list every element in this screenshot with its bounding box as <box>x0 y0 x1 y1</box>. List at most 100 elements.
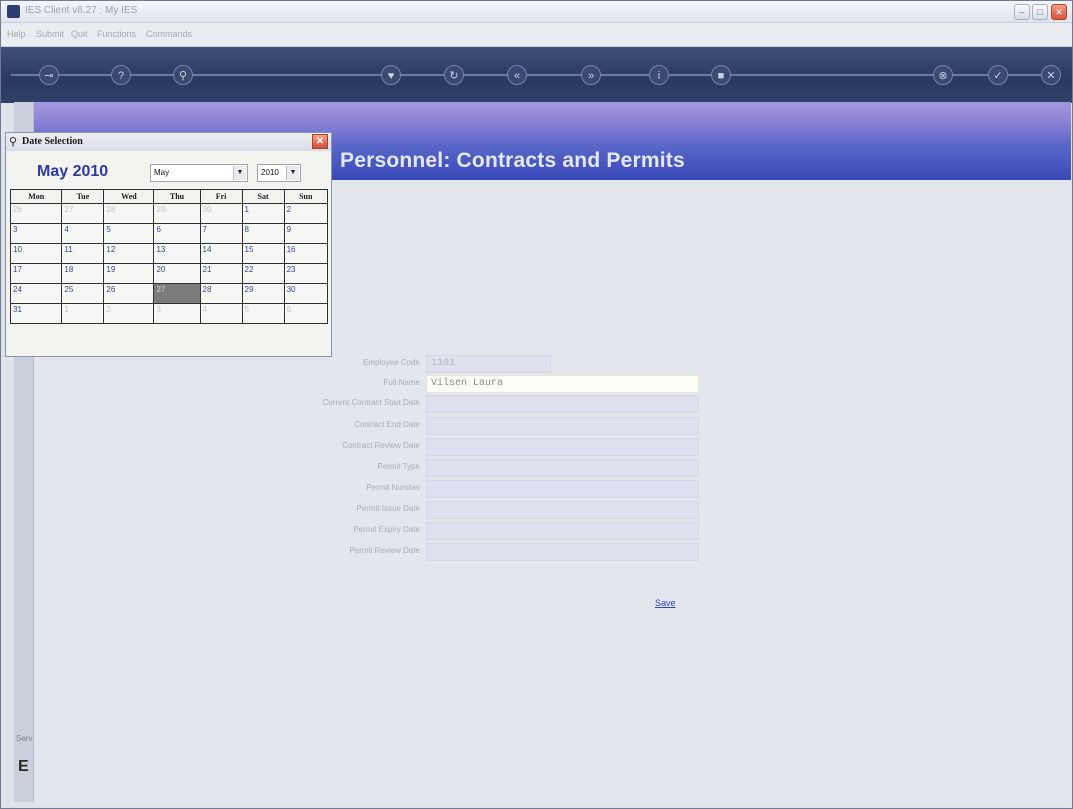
calendar-day[interactable]: 7 <box>199 223 243 244</box>
calendar-day[interactable]: 26 <box>103 283 155 304</box>
key-icon[interactable]: ⊸ <box>39 65 59 85</box>
calendar-day[interactable]: 18 <box>61 263 105 284</box>
contract-start-date-field[interactable] <box>426 395 699 413</box>
calendar-day[interactable]: 23 <box>283 263 329 284</box>
refresh-icon[interactable]: ↻ <box>444 65 464 85</box>
popup-header[interactable]: ⚲ Date Selection ✕ <box>6 133 331 151</box>
maximize-button[interactable]: □ <box>1032 4 1048 20</box>
minimize-button[interactable]: – <box>1014 4 1030 20</box>
weekday-header: Thu <box>153 189 201 204</box>
permit-number-field[interactable] <box>426 480 699 498</box>
calendar-day[interactable]: 21 <box>199 263 243 284</box>
calendar-day[interactable]: 17 <box>9 263 63 284</box>
calendar-day[interactable]: 1 <box>241 203 285 224</box>
weekday-header: Sat <box>241 189 285 204</box>
calendar-day[interactable]: 30 <box>283 283 329 304</box>
calendar-day[interactable]: 25 <box>61 283 105 304</box>
calendar-day[interactable]: 31 <box>9 303 63 324</box>
calendar-day[interactable]: 3 <box>9 223 63 244</box>
calendar-day[interactable]: 14 <box>199 243 243 264</box>
year-select-value: 2010 <box>261 168 279 177</box>
calendar-day[interactable]: 4 <box>199 303 243 324</box>
form-row-employee-code: Employee Code 1101 <box>230 355 710 373</box>
month-select-value: May <box>154 168 170 177</box>
calendar-day[interactable]: 30 <box>199 203 243 224</box>
calendar-day[interactable]: 8 <box>241 223 285 244</box>
permit-review-date-field[interactable] <box>426 543 699 561</box>
calendar-day[interactable]: 2 <box>103 303 155 324</box>
sidebar-glyph[interactable]: E <box>18 758 29 776</box>
calendar-day[interactable]: 2 <box>283 203 329 224</box>
calendar-day[interactable]: 20 <box>153 263 201 284</box>
popup-close-button[interactable]: ✕ <box>312 134 328 149</box>
chevron-down-icon[interactable]: ▼ <box>233 166 246 180</box>
year-select[interactable]: 2010 ▼ <box>257 164 301 182</box>
calendar-day[interactable]: 27 <box>61 203 105 224</box>
contract-start-label: Current Contract Start Date <box>322 398 420 407</box>
permit-type-field[interactable] <box>426 459 699 477</box>
permit-issue-date-field[interactable] <box>426 501 699 519</box>
calendar-day[interactable]: 10 <box>9 243 63 264</box>
contract-review-date-field[interactable] <box>426 438 699 456</box>
first-icon[interactable]: « <box>507 65 527 85</box>
calendar-week-row: 24 25 26 27 28 29 30 <box>9 283 329 304</box>
info-icon[interactable]: i <box>649 65 669 85</box>
sidebar-label: Serv <box>16 734 33 743</box>
calendar-week-row: 10 11 12 13 14 15 16 <box>9 243 329 264</box>
bookmark-icon[interactable]: ■ <box>711 65 731 85</box>
weekday-header: Fri <box>199 189 243 204</box>
last-icon[interactable]: » <box>581 65 601 85</box>
popup-title: Date Selection <box>22 136 83 147</box>
calendar-day[interactable]: 5 <box>103 223 155 244</box>
calendar-day[interactable]: 3 <box>153 303 201 324</box>
calendar-day-selected[interactable]: 27 <box>153 283 201 304</box>
permit-expiry-date-field[interactable] <box>426 522 699 540</box>
check-icon[interactable]: ✓ <box>988 65 1008 85</box>
weekday-header: Wed <box>103 189 155 204</box>
form-row-permit-type: Permit Type <box>230 459 710 477</box>
calendar-day[interactable]: 12 <box>103 243 155 264</box>
window-close-button[interactable]: ✕ <box>1051 4 1067 20</box>
employee-code-field[interactable]: 1101 <box>426 355 551 373</box>
title-bar: IES Client v8.27 : My IES – □ ✕ <box>1 1 1072 23</box>
calendar-day[interactable]: 22 <box>241 263 285 284</box>
calendar-day[interactable]: 29 <box>153 203 201 224</box>
help-icon[interactable]: ? <box>111 65 131 85</box>
close-icon[interactable]: ✕ <box>1041 65 1061 85</box>
calendar-day[interactable]: 5 <box>241 303 285 324</box>
calendar-day[interactable]: 6 <box>153 223 201 244</box>
heart-icon[interactable]: ♥ <box>381 65 401 85</box>
menu-help[interactable]: Help <box>7 29 26 39</box>
calendar-day[interactable]: 19 <box>103 263 155 284</box>
calendar-day[interactable]: 11 <box>61 243 105 264</box>
calendar-day[interactable]: 15 <box>241 243 285 264</box>
calendar-day[interactable]: 4 <box>61 223 105 244</box>
menu-submit[interactable]: Submit <box>36 29 64 39</box>
form-row-permit-number: Permit Number <box>230 480 710 498</box>
calendar-day[interactable]: 28 <box>199 283 243 304</box>
calendar-day[interactable]: 13 <box>153 243 201 264</box>
calendar-day[interactable]: 24 <box>9 283 63 304</box>
search-icon[interactable]: ⚲ <box>173 65 193 85</box>
calendar-day[interactable]: 28 <box>103 203 155 224</box>
calendar-week-row: 31 1 2 3 4 5 6 <box>9 303 329 324</box>
contract-end-date-field[interactable] <box>426 417 699 435</box>
menu-functions[interactable]: Functions <box>97 29 136 39</box>
full-name-field[interactable]: Vilsen Laura <box>426 375 699 393</box>
month-select[interactable]: May ▼ <box>150 164 248 182</box>
calendar-day[interactable]: 9 <box>283 223 329 244</box>
contract-review-label: Contract Review Date <box>342 441 420 450</box>
calendar-day[interactable]: 29 <box>241 283 285 304</box>
menu-commands[interactable]: Commands <box>146 29 192 39</box>
save-link[interactable]: Save <box>655 598 676 608</box>
calendar-day[interactable]: 1 <box>61 303 105 324</box>
permit-type-label: Permit Type <box>377 462 420 471</box>
chevron-down-icon[interactable]: ▼ <box>286 166 299 180</box>
date-selection-popup: ⚲ Date Selection ✕ May 2010 May ▼ 2010 ▼… <box>5 132 332 357</box>
cancel-icon[interactable]: ⊗ <box>933 65 953 85</box>
calendar-day[interactable]: 16 <box>283 243 329 264</box>
menu-quit[interactable]: Quit <box>71 29 88 39</box>
calendar-day[interactable]: 26 <box>9 203 63 224</box>
weekday-header: Mon <box>9 189 63 204</box>
calendar-day[interactable]: 6 <box>283 303 329 324</box>
